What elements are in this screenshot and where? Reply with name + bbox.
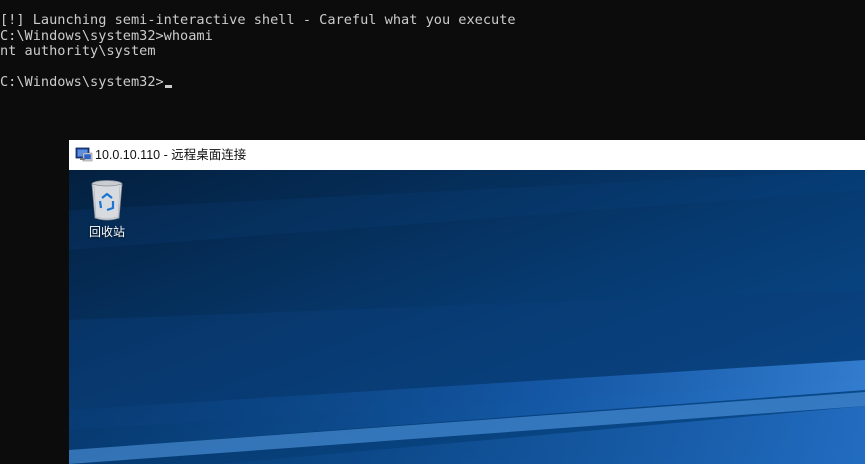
window-title: 10.0.10.110 - 远程桌面连接 [95,148,247,162]
terminal-line: nt authority\system [0,43,156,59]
recycle-bin-icon [91,180,123,221]
terminal-prompt-line[interactable]: C:\Windows\system32> [0,74,172,90]
desktop-wallpaper [69,170,865,464]
remote-desktop-app-icon [75,147,93,162]
desktop-icon-label: 回收站 [88,225,125,239]
terminal-prompt: C:\Windows\system32> [0,74,164,90]
remote-desktop-area[interactable]: 回收站 [69,170,865,464]
desktop-icon-recycle-bin[interactable]: 回收站 [79,176,135,240]
remote-desktop-window[interactable]: 10.0.10.110 - 远程桌面连接 回收站 [69,140,865,464]
terminal-line: C:\Windows\system32>whoami [0,28,213,44]
text-cursor [164,85,172,88]
terminal-line: [!] Launching semi-interactive shell - C… [0,12,516,28]
terminal-window[interactable]: [!] Launching semi-interactive shell - C… [0,0,865,140]
screen: [!] Launching semi-interactive shell - C… [0,0,865,464]
remote-desktop-titlebar[interactable]: 10.0.10.110 - 远程桌面连接 [69,140,865,170]
